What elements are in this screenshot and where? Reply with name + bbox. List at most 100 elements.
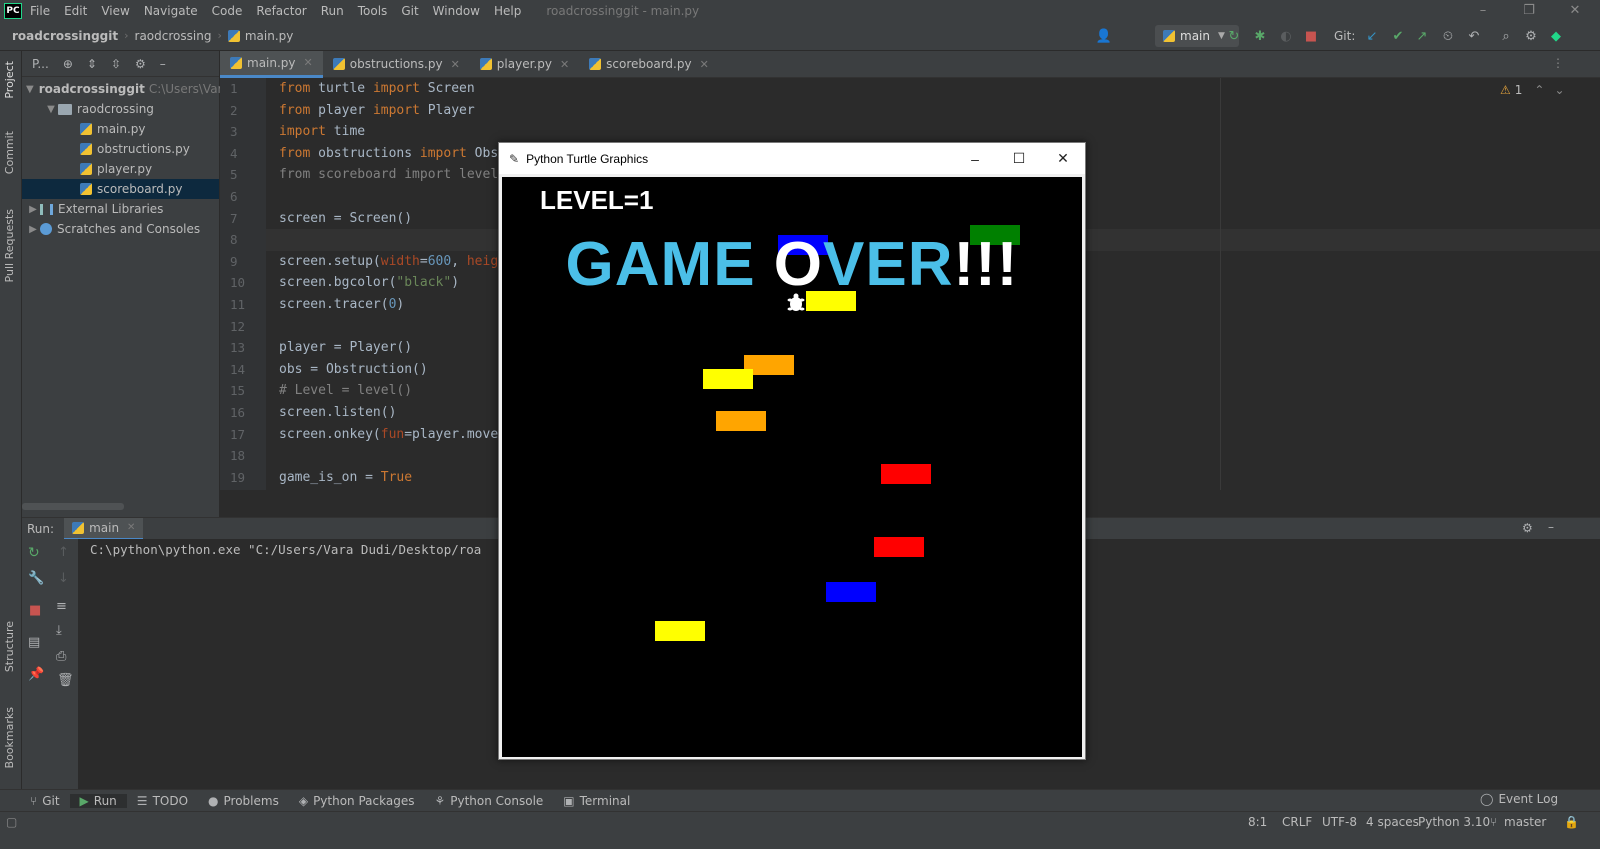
gear-icon[interactable]: ⚙ [1522,521,1533,535]
commit-tool-button[interactable]: Commit [3,131,16,174]
menu-refactor[interactable]: Refactor [249,4,313,18]
arrow-up-icon[interactable]: ↑ [58,545,69,560]
menu-code[interactable]: Code [205,4,250,18]
rerun-icon[interactable]: ↻ [1225,27,1243,45]
tree-scratches[interactable]: ▶ Scratches and Consoles [22,219,219,239]
close-tab-icon[interactable]: ✕ [700,58,709,71]
trash-icon[interactable]: 🗑 [57,673,74,688]
hide-icon[interactable]: – [160,57,166,71]
user-icon[interactable]: 👤 [1095,27,1113,45]
tab-scoreboard[interactable]: scoreboard.py ✕ [579,51,719,78]
arrow-down-icon[interactable]: ↓ [58,571,69,586]
more-tabs-icon[interactable]: ⋮ [1552,56,1564,70]
close-tab-icon[interactable]: ✕ [560,58,569,71]
turtle-title-bar[interactable]: ✎ Python Turtle Graphics – ☐ ✕ [499,143,1085,174]
git-commit-icon[interactable]: ✔ [1389,27,1407,45]
breadcrumb-file[interactable]: main.py [245,29,294,43]
menu-navigate[interactable]: Navigate [137,4,205,18]
run-tab-main[interactable]: main ✕ [64,517,144,540]
run-tool-button[interactable]: ▶ Run [69,793,127,808]
stop-icon[interactable]: ■ [1302,27,1320,45]
bookmarks-tool-button[interactable]: Bookmarks [3,707,16,768]
close-icon[interactable]: ✕ [1041,143,1085,174]
tab-main[interactable]: main.py ✕ [220,50,323,78]
project-view-selector[interactable]: P... [32,57,49,71]
indent-setting[interactable]: 4 spaces [1366,815,1419,829]
menu-run[interactable]: Run [314,4,351,18]
git-branch[interactable]: master [1504,815,1546,829]
pin-icon[interactable]: 📌 [28,667,44,682]
project-tool-button[interactable]: Project [3,61,16,99]
toolbox-icon[interactable]: ◆ [1547,27,1565,45]
close-icon[interactable]: ✕ [1552,0,1598,21]
interpreter[interactable]: Python 3.10 [1418,815,1490,829]
hide-icon[interactable]: – [1548,520,1554,534]
search-icon[interactable]: ⌕ [1497,27,1515,45]
soft-wrap-icon[interactable]: ≡ [56,599,67,614]
history-icon[interactable]: ⏲ [1439,27,1457,45]
lock-icon[interactable]: 🔒 [1564,815,1579,829]
stop-icon[interactable]: ■ [29,603,41,618]
git-tool-button[interactable]: ⑂ Git [20,794,70,808]
caret-position[interactable]: 8:1 [1248,815,1267,829]
git-update-icon[interactable]: ↙ [1363,27,1381,45]
maximize-icon[interactable]: ☐ [997,143,1041,174]
pull-requests-tool-button[interactable]: Pull Requests [3,209,16,282]
restore-icon[interactable]: ❐ [1506,0,1552,21]
chevron-up-icon[interactable]: ⌃ [1534,83,1544,97]
tree-file-player[interactable]: player.py [22,159,219,179]
tab-obstructions[interactable]: obstructions.py ✕ [323,51,470,78]
menu-help[interactable]: Help [487,4,528,18]
horizontal-scrollbar[interactable] [22,503,124,510]
minimize-icon[interactable]: – [953,143,997,174]
gear-icon[interactable]: ⚙ [135,57,146,71]
menu-window[interactable]: Window [426,4,487,18]
menu-tools[interactable]: Tools [351,4,395,18]
menu-edit[interactable]: Edit [57,4,94,18]
python-packages-tool-button[interactable]: ◈ Python Packages [289,794,425,808]
file-encoding[interactable]: UTF-8 [1322,815,1357,829]
gear-icon[interactable]: ⚙ [1522,27,1540,45]
turtle-canvas[interactable]: GAME OVER!!! LEVEL=1 [502,177,1082,757]
tree-folder[interactable]: ▼ raodcrossing [22,99,219,119]
rerun-icon[interactable]: ↻ [28,545,40,561]
tree-file-obstructions[interactable]: obstructions.py [22,139,219,159]
chevron-down-icon[interactable]: ⌄ [1554,83,1564,97]
debug-icon[interactable]: ✱ [1251,27,1269,45]
tree-file-scoreboard[interactable]: scoreboard.py [22,179,219,199]
problems-tool-button[interactable]: ● Problems [198,794,289,808]
rollback-icon[interactable]: ↶ [1465,27,1483,45]
close-tab-icon[interactable]: ✕ [451,58,460,71]
git-push-icon[interactable]: ↗ [1413,27,1431,45]
locate-icon[interactable]: ⊕ [63,57,73,71]
event-log-button[interactable]: ◯ Event Log [1470,792,1568,806]
expand-all-icon[interactable]: ⇕ [87,57,97,71]
inspection-widget[interactable]: ⚠ 1 ⌃ ⌄ [1500,83,1565,97]
structure-tool-button[interactable]: Structure [3,621,16,672]
terminal-tool-button[interactable]: ▣ Terminal [553,794,640,808]
menu-git[interactable]: Git [394,4,425,18]
wrench-icon[interactable]: 🔧 [28,571,44,586]
breadcrumb-project[interactable]: roadcrossinggit [12,29,118,43]
close-tab-icon[interactable]: ✕ [127,522,135,533]
tab-player[interactable]: player.py ✕ [470,51,579,78]
python-file-icon [1163,30,1175,42]
tree-external-libraries[interactable]: ▶ External Libraries [22,199,219,219]
python-console-tool-button[interactable]: ⚘ Python Console [424,794,553,808]
close-tab-icon[interactable]: ✕ [304,56,313,69]
menu-file[interactable]: File [28,4,57,18]
tree-file-main[interactable]: main.py [22,119,219,139]
todo-tool-button[interactable]: ☰ TODO [127,794,198,808]
collapse-all-icon[interactable]: ⇳ [111,57,121,71]
scroll-to-end-icon[interactable]: ⤓ [56,623,62,638]
coverage-icon[interactable]: ◐ [1277,27,1295,45]
minimize-icon[interactable]: – [1460,0,1506,21]
breadcrumb-folder[interactable]: raodcrossing [135,29,212,43]
line-separator[interactable]: CRLF [1282,815,1312,829]
tree-root[interactable]: ▼ roadcrossinggit C:\Users\Var [22,79,223,99]
layout-icon[interactable]: ▤ [28,635,40,650]
tree-folder-label: raodcrossing [77,102,154,116]
panel-toggle-icon[interactable]: ▢ [6,815,17,829]
print-icon[interactable]: ⎙ [56,649,66,664]
menu-view[interactable]: View [94,4,136,18]
